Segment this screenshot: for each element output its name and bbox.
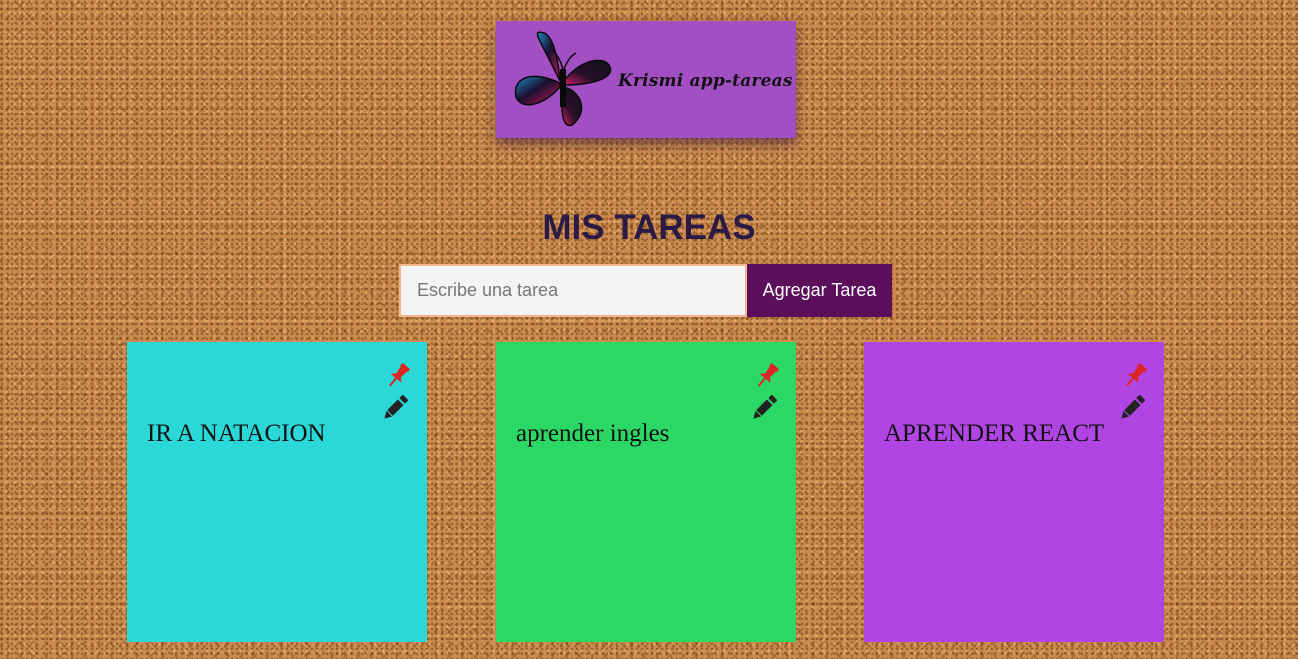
logo-banner: Krismi app-tareas [496,21,796,138]
pencil-icon[interactable] [1117,393,1147,423]
task-text: aprender ingles [516,420,670,447]
butterfly-icon [514,31,611,127]
task-note: aprender ingles [496,342,796,642]
pencil-icon[interactable] [749,393,779,423]
pencil-icon[interactable] [380,393,410,423]
add-task-button[interactable]: Agregar Tarea [747,264,892,317]
pushpin-icon[interactable] [752,361,782,391]
task-input[interactable] [399,264,747,317]
page-title: MIS TAREAS [542,208,756,247]
task-note: APRENDER REACT [864,342,1164,642]
logo-text: Krismi app-tareas [618,71,793,91]
pushpin-icon[interactable] [383,361,413,391]
pushpin-icon[interactable] [1120,361,1150,391]
task-form: Agregar Tarea [399,264,892,317]
task-text: APRENDER REACT [884,420,1105,447]
task-note: IR A NATACION [127,342,427,642]
task-text: IR A NATACION [147,420,326,447]
